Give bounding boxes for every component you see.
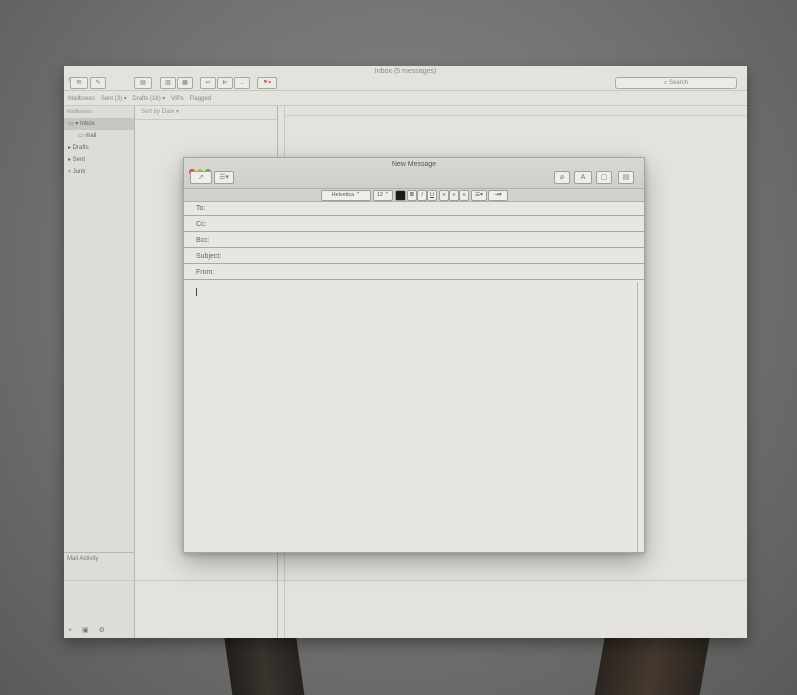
favorites-vips[interactable]: VIPs (171, 96, 184, 102)
sidebar-item-mail[interactable]: ▭ mail (64, 130, 134, 142)
sidebar-item-label: Junk (72, 169, 86, 175)
compose-title: New Message (391, 161, 437, 168)
photo-browser-button[interactable]: ▢ (596, 171, 612, 184)
stationery-icon: ▤ (622, 174, 630, 181)
new-message-window: New Message ➚ ☰▾ ⌀ A ▢ ▤ Helvetica ⌃ 12 … (183, 157, 645, 553)
font-size-select[interactable]: 12 ⌃ (373, 190, 393, 201)
sidebar-item-junk[interactable]: ▿ Junk (64, 166, 134, 178)
sidebar-item-label: ▸ Sent (68, 157, 86, 163)
easel-leg-right (594, 633, 711, 695)
sidebar-item-inbox[interactable]: ▭ ▾ Inbox (64, 118, 134, 130)
bold-button[interactable]: B (407, 190, 417, 201)
search-field[interactable]: ⌕ Search (615, 77, 737, 89)
favorites-mailboxes[interactable]: Mailboxes (68, 96, 95, 102)
delete-button[interactable]: ▥ (160, 77, 176, 89)
send-button[interactable]: ➚ (190, 171, 212, 184)
sidebar-item-label: mail (85, 133, 97, 139)
cc-field[interactable]: Cc: (184, 217, 644, 232)
sort-by-label[interactable]: Sort by Date ▾ (135, 106, 277, 120)
subject-field[interactable]: Subject: (184, 249, 644, 264)
font-size-value: 12 (376, 192, 383, 198)
get-mail-button[interactable]: ✉ (70, 77, 88, 89)
align-left-button[interactable]: ≡ (439, 190, 449, 201)
mail-titlebar: Inbox (5 messages) ✉ ✎ ▤ ▥ ▦ ↩ ⇇ → ⚑▾ ⌕ … (64, 66, 747, 91)
forward-button[interactable]: → (234, 77, 250, 89)
sidebar-bottom-icons[interactable]: + ▣ ⚙ (68, 626, 109, 634)
favorites-bar: Mailboxes Sent (3) ▾ Drafts (16) ▾ VIPs … (64, 94, 747, 106)
reply-all-button[interactable]: ⇇ (217, 77, 233, 89)
color-swatch[interactable] (395, 190, 406, 201)
reply-button[interactable]: ↩ (200, 77, 216, 89)
attach-button[interactable]: ⌀ (554, 171, 570, 184)
list-icon: ☰▾ (219, 174, 229, 181)
header-fields-button[interactable]: ☰▾ (214, 171, 234, 184)
junk-button[interactable]: ▦ (177, 77, 193, 89)
underline-button[interactable]: U (427, 190, 437, 201)
favorites-flagged[interactable]: Flagged (189, 96, 211, 102)
indent-button[interactable]: ⇥▾ (488, 190, 508, 201)
search-placeholder: Search (669, 80, 689, 86)
to-field[interactable]: To: (184, 201, 644, 216)
sidebar-item-sent[interactable]: ▸ Sent (64, 154, 134, 166)
font-name: Helvetica (331, 192, 355, 198)
paperclip-icon: ⌀ (559, 174, 565, 181)
photo-icon: ▢ (600, 174, 608, 181)
sidebar-item-label: ▸ Drafts (68, 145, 89, 151)
list-style-button[interactable]: ☰▾ (471, 190, 487, 201)
sidebar-item-label: ▾ Inbox (75, 121, 95, 127)
font-icon: A (580, 174, 586, 181)
sidebar-heading: Mailboxes (67, 109, 92, 115)
mail-activity: Mail Activity (64, 552, 134, 565)
text-caret (196, 288, 197, 296)
stationery-button[interactable]: ▤ (618, 171, 634, 184)
favorites-drafts[interactable]: Drafts (16) ▾ (132, 96, 165, 102)
archive-button[interactable]: ▤ (134, 77, 152, 89)
format-button[interactable]: A (574, 171, 592, 184)
compose-titlebar: New Message ➚ ☰▾ ⌀ A ▢ ▤ (184, 158, 644, 189)
easel-leg-left (223, 633, 305, 695)
align-right-button[interactable]: ≡ (459, 190, 469, 201)
align-center-button[interactable]: ≡ (449, 190, 459, 201)
bottom-divider (64, 580, 747, 581)
body-scroll-edge (637, 282, 638, 552)
message-body[interactable] (184, 282, 638, 552)
favorites-sent[interactable]: Sent (3) ▾ (101, 96, 127, 102)
bcc-field[interactable]: Bcc: (184, 233, 644, 248)
paper-plane-icon: ➚ (198, 174, 204, 181)
flag-button[interactable]: ⚑▾ (257, 77, 277, 89)
compose-button[interactable]: ✎ (90, 77, 106, 89)
italic-button[interactable]: I (417, 190, 427, 201)
sidebar-item-drafts[interactable]: ▸ Drafts (64, 142, 134, 154)
window-title: Inbox (5 messages) (374, 68, 437, 75)
mailbox-sidebar: Mailboxes ▭ ▾ Inbox ▭ mail ▸ Drafts ▸ Se… (64, 106, 135, 638)
header-divider (284, 115, 747, 116)
from-field[interactable]: From: (184, 265, 644, 280)
font-select[interactable]: Helvetica ⌃ (321, 190, 371, 201)
